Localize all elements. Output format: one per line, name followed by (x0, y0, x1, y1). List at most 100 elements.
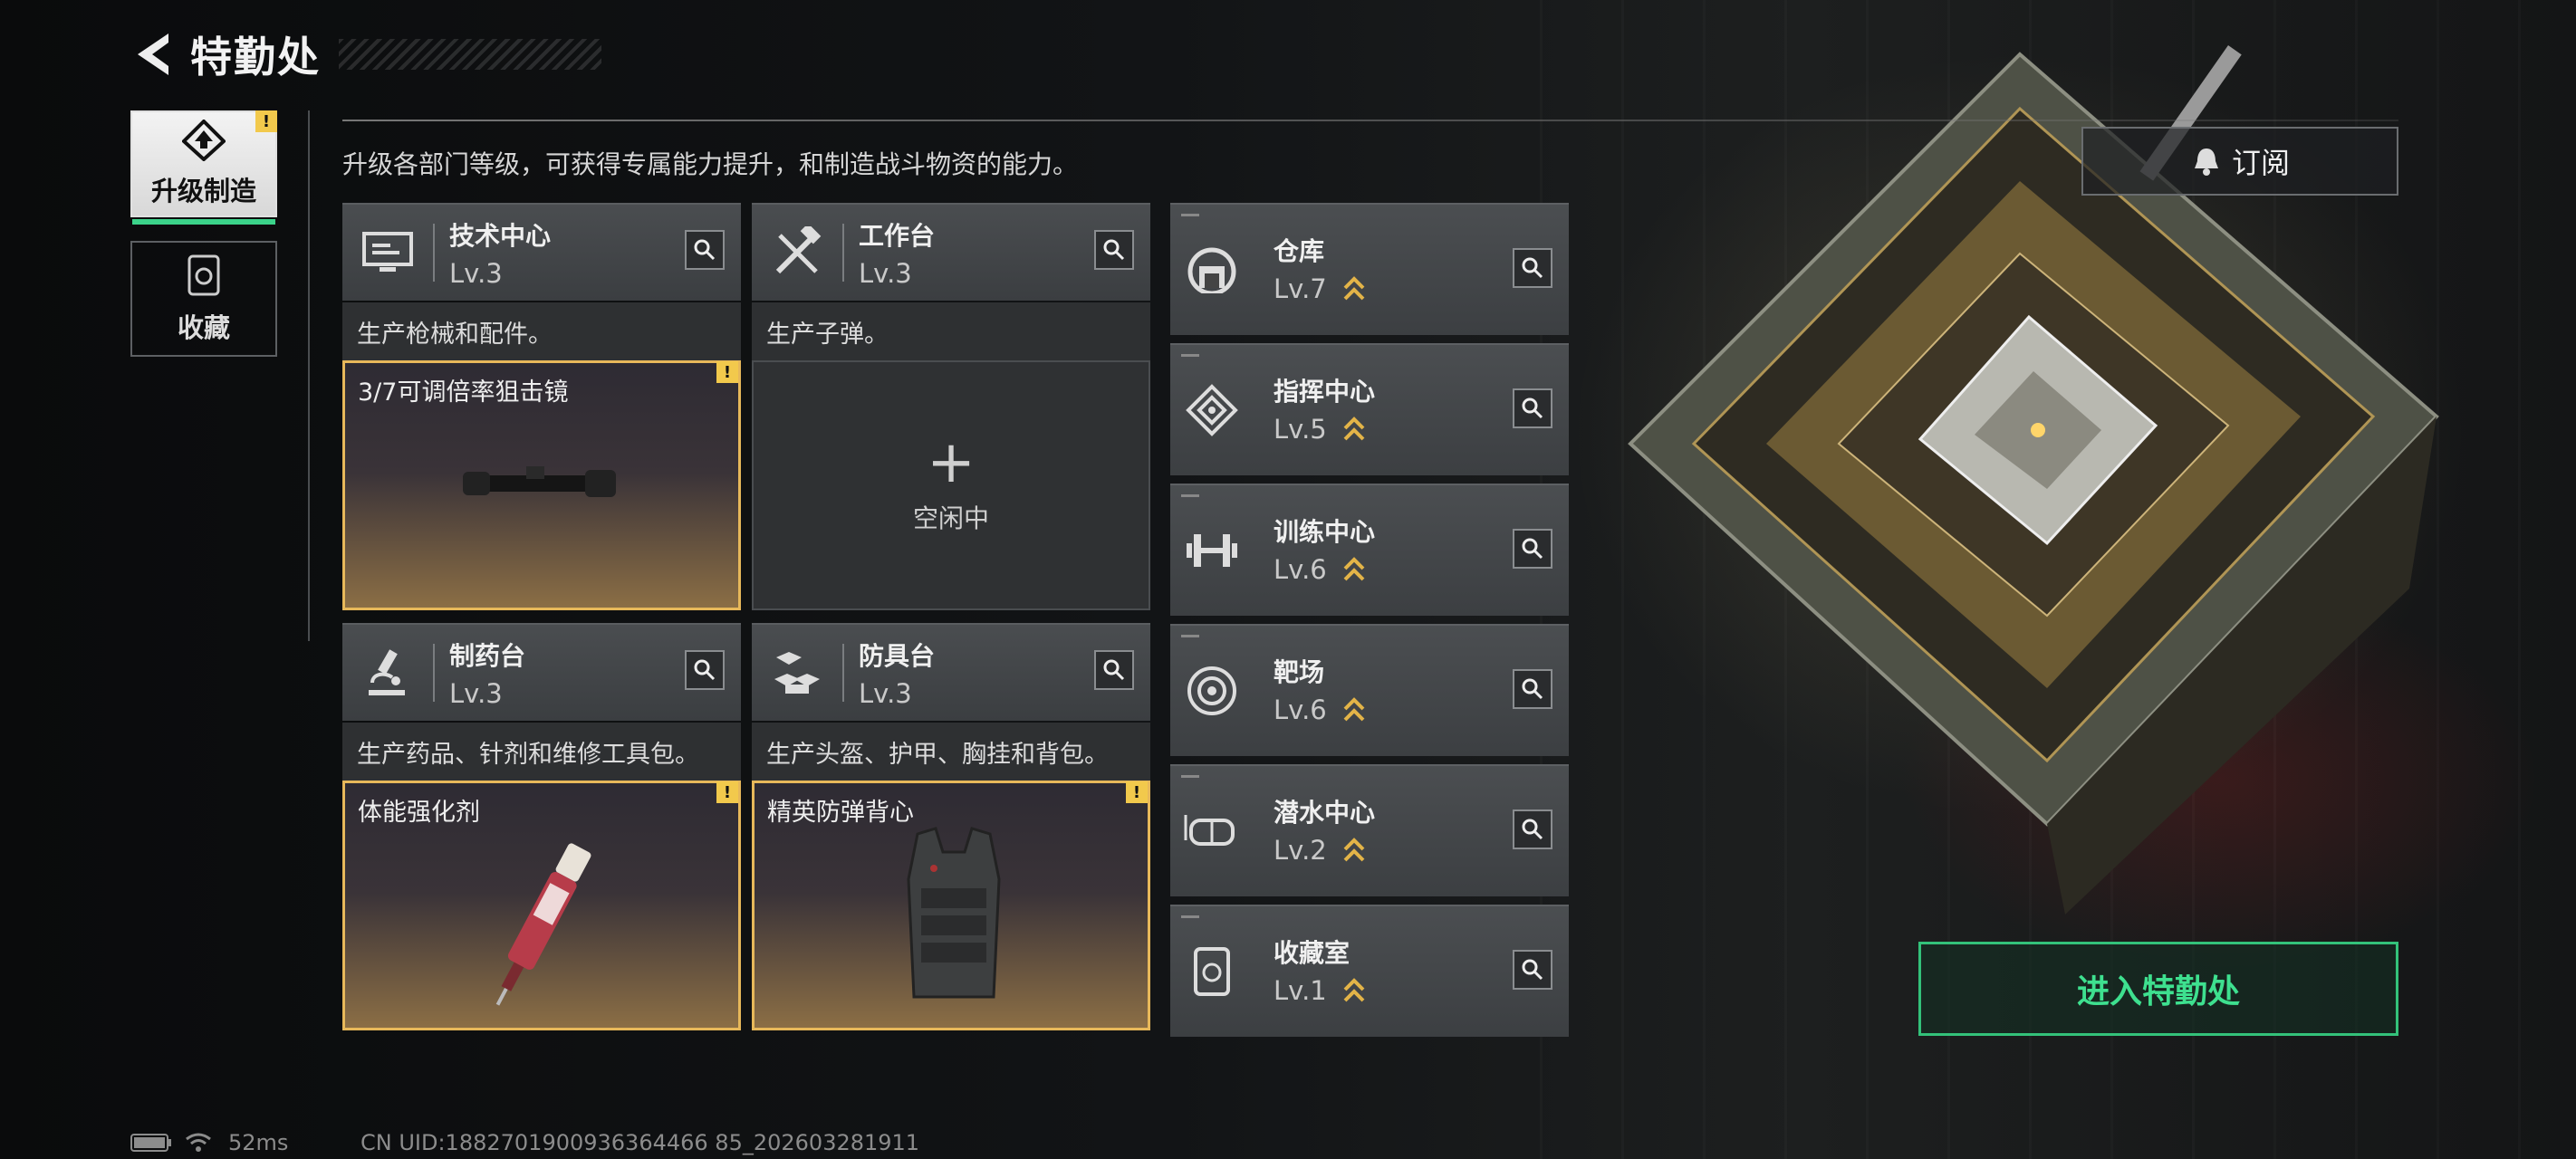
row-decoration (1181, 635, 1199, 637)
battery-icon (130, 1134, 171, 1152)
magnifier-icon (1522, 959, 1543, 981)
inspect-button[interactable] (1513, 809, 1552, 849)
row-decoration (1181, 915, 1199, 918)
facility-level: Lv.1 (1274, 975, 1365, 1006)
facility-row-command-center[interactable]: 指挥中心 Lv.5 (1170, 343, 1569, 475)
idle-status: 空闲中 (912, 503, 989, 533)
monitor-icon (342, 205, 433, 301)
status-bar: 52ms (130, 1130, 288, 1155)
scope-image (463, 466, 616, 497)
inspect-button[interactable] (685, 230, 725, 270)
workshop-header[interactable]: 制药台 Lv.3 (342, 623, 741, 721)
production-slot[interactable]: ! 3/7可调倍率狙击镜 (342, 360, 741, 610)
ping-text: 52ms (228, 1130, 289, 1155)
workshop-header[interactable]: 工作台 Lv.3 (752, 203, 1150, 301)
inspect-button[interactable] (1513, 388, 1552, 428)
upgrade-arrow-icon (1343, 697, 1365, 722)
facility-name: 潜水中心 (1274, 798, 1376, 828)
department-description: 升级各部门等级，可获得专属能力提升，和制造战斗物资的能力。 (342, 149, 1079, 179)
facility-level-text: Lv.6 (1274, 554, 1327, 585)
upgrade-arrow-icon (1343, 557, 1365, 581)
magnifier-icon (1103, 659, 1125, 681)
production-slot-idle[interactable]: + 空闲中 (752, 360, 1150, 610)
facility-name: 靶场 (1274, 657, 1325, 687)
inspect-button[interactable] (1513, 529, 1552, 569)
magnifier-icon (1522, 678, 1543, 700)
row-decoration (1181, 214, 1199, 216)
nav-collection[interactable]: 收藏 (130, 241, 277, 357)
row-decoration (1181, 775, 1199, 778)
magnifier-icon (1522, 819, 1543, 840)
inspect-button[interactable] (685, 650, 725, 690)
alert-badge: ! (1126, 781, 1148, 803)
separator (433, 224, 435, 282)
magnifier-icon (1103, 239, 1125, 261)
workshop-card-pharmacy: 制药台 Lv.3 生产药品、针剂和维修工具包。 ! 体能强化剂 (342, 623, 741, 1030)
row-decoration (1181, 354, 1199, 357)
facility-level-text: Lv.2 (1274, 835, 1327, 866)
target-icon (1170, 626, 1254, 756)
facility-level: Lv.2 (1274, 835, 1375, 866)
active-indicator (132, 219, 275, 225)
facility-row-collection-room[interactable]: 收藏室 Lv.1 (1170, 905, 1569, 1037)
inspect-button[interactable] (1513, 950, 1552, 990)
title-decoration (339, 39, 601, 70)
divider (308, 110, 310, 641)
workshop-level: Lv.3 (449, 258, 503, 289)
facility-row-warehouse[interactable]: 仓库 Lv.7 (1170, 203, 1569, 335)
dumbbell-icon (1170, 485, 1254, 616)
armor-blocks-icon (752, 625, 842, 721)
separator (842, 224, 844, 282)
workshop-card-workbench: 工作台 Lv.3 生产子弹。 + 空闲中 (752, 203, 1150, 610)
separator (842, 644, 844, 702)
upgrade-arrow-icon (1343, 978, 1365, 1002)
facility-level: Lv.7 (1274, 273, 1365, 304)
facility-row-training-center[interactable]: 训练中心 Lv.6 (1170, 484, 1569, 616)
facility-row-diving-center[interactable]: 潜水中心 Lv.2 (1170, 764, 1569, 896)
workshop-header[interactable]: 防具台 Lv.3 (752, 623, 1150, 721)
facility-name: 收藏室 (1274, 938, 1350, 968)
inspect-button[interactable] (1513, 248, 1552, 288)
inspect-button[interactable] (1094, 230, 1134, 270)
microscope-icon (342, 625, 433, 721)
product-name: 3/7可调倍率狙击镜 (358, 378, 569, 407)
product-name: 体能强化剂 (358, 799, 480, 827)
facility-level: Lv.5 (1274, 414, 1375, 445)
facility-level: Lv.6 (1274, 554, 1375, 585)
header: 特勤处 (129, 25, 601, 83)
upgrade-arrow-icon (1343, 276, 1365, 301)
workshop-subtitle: 生产子弹。 (752, 302, 1150, 360)
add-icon: + (927, 429, 976, 496)
inspect-button[interactable] (1094, 650, 1134, 690)
nav-upgrade-craft[interactable]: ! 升级制造 (130, 110, 277, 225)
production-slot[interactable]: ! 体能强化剂 (342, 781, 741, 1030)
subscribe-label: 订阅 (2231, 146, 2290, 180)
facility-level-text: Lv.7 (1274, 273, 1327, 304)
facility-level-text: Lv.5 (1274, 414, 1327, 445)
upgrade-arrow-icon (1343, 838, 1365, 862)
divider (342, 120, 2398, 121)
facility-name: 仓库 (1274, 236, 1325, 266)
inspect-button[interactable] (1513, 669, 1552, 709)
facility-level-text: Lv.1 (1274, 975, 1327, 1006)
facility-name: 指挥中心 (1274, 377, 1376, 407)
production-slot[interactable]: ! 精英防弹背心 (752, 781, 1150, 1030)
workshop-header[interactable]: 技术中心 Lv.3 (342, 203, 741, 301)
back-arrow-icon (138, 34, 168, 75)
workshop-level: Lv.3 (449, 678, 503, 709)
page-title: 特勤处 (190, 33, 321, 81)
upgrade-arrow-icon (1343, 417, 1365, 441)
workshop-subtitle: 生产头盔、护甲、胸挂和背包。 (752, 723, 1150, 781)
subscribe-button[interactable]: 订阅 (2081, 127, 2398, 196)
workshop-card-tech-center: 技术中心 Lv.3 生产枪械和配件。 ! 3/7可调倍率狙击镜 (342, 203, 741, 610)
facility-row-shooting-range[interactable]: 靶场 Lv.6 (1170, 624, 1569, 756)
alert-badge: ! (716, 361, 738, 383)
collection-icon (187, 254, 220, 296)
facility-level: Lv.6 (1274, 694, 1365, 725)
magnifier-icon (694, 659, 716, 681)
uid-text: CN UID:1882701900936364466 85_2026032819… (360, 1130, 920, 1155)
command-icon (1170, 345, 1254, 475)
nav-label: 收藏 (177, 312, 230, 343)
enter-hq-button[interactable]: 进入特勤处 (1918, 942, 2398, 1036)
back-button[interactable] (129, 30, 178, 79)
